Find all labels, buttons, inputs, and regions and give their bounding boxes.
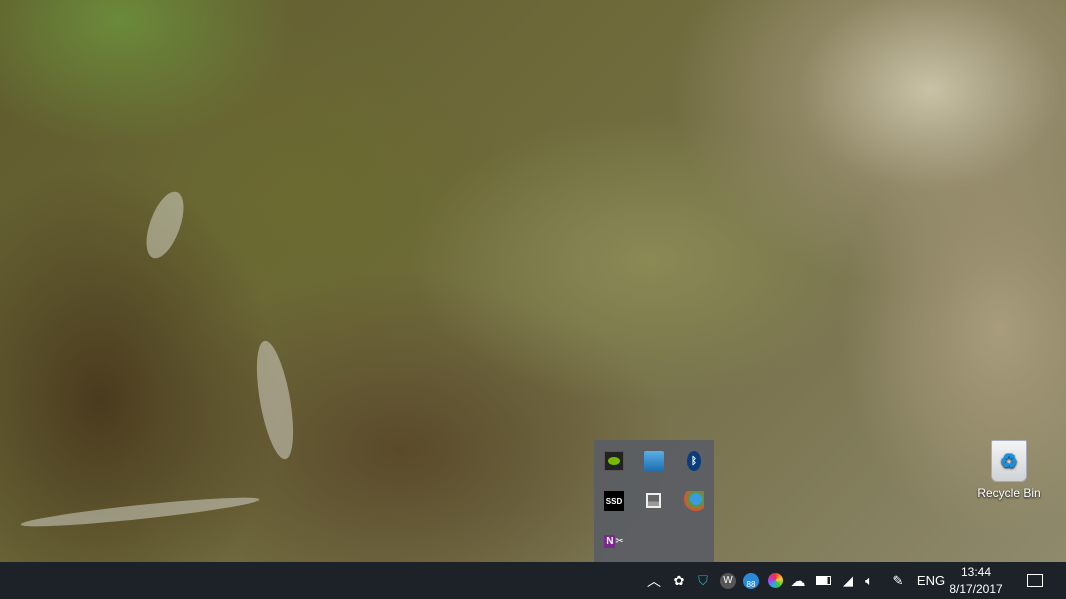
internet-download-manager-icon[interactable] <box>684 491 704 511</box>
date: 8/17/2017 <box>949 581 1003 596</box>
desktop-wallpaper: ♻ Recycle Bin ᛒ SSD N ✂ <box>0 0 1066 562</box>
onedrive-icon[interactable]: ☁ <box>788 562 808 599</box>
pen-icon[interactable]: ✎ <box>887 562 909 599</box>
show-hidden-icons-chevron[interactable]: ︿ <box>644 562 664 599</box>
network-sharing-icon[interactable]: ✿ <box>669 562 689 599</box>
onenote-clipper-icon[interactable]: N ✂ <box>604 531 624 551</box>
nvidia-icon[interactable] <box>604 451 624 471</box>
battery-icon[interactable] <box>812 562 834 599</box>
clock[interactable]: 13:44 8/17/2017 <box>949 562 1003 599</box>
tray-overflow-popup: ᛒ SSD N ✂ <box>594 440 714 562</box>
recycle-bin-icon: ♻ <box>991 440 1027 482</box>
recycle-bin-label: Recycle Bin <box>977 486 1041 500</box>
volume-icon[interactable]: 🔈︎ <box>859 562 879 599</box>
ssd-icon[interactable]: SSD <box>604 491 624 511</box>
ba-app-icon[interactable]: 88 <box>741 562 761 599</box>
security-shield-icon[interactable]: ⛉ <box>693 562 713 599</box>
bluetooth-icon[interactable]: ᛒ <box>687 451 701 471</box>
language-indicator[interactable]: ENG <box>914 562 948 599</box>
recycle-bin[interactable]: ♻ Recycle Bin <box>976 440 1042 500</box>
time: 13:44 <box>960 564 992 579</box>
touchpad-icon[interactable] <box>646 493 661 508</box>
action-center-button[interactable] <box>1018 562 1052 599</box>
w-app-icon[interactable]: W <box>718 562 738 599</box>
notification-icon <box>1027 574 1043 587</box>
intel-graphics-icon[interactable] <box>644 451 664 471</box>
wifi-icon[interactable]: ◢ <box>838 562 858 599</box>
color-app-icon[interactable] <box>765 562 785 599</box>
taskbar: ︿ ✿ ⛉ W 88 ☁ ◢ 🔈︎ ✎ ENG 13:44 8/17/2017 <box>0 562 1066 599</box>
